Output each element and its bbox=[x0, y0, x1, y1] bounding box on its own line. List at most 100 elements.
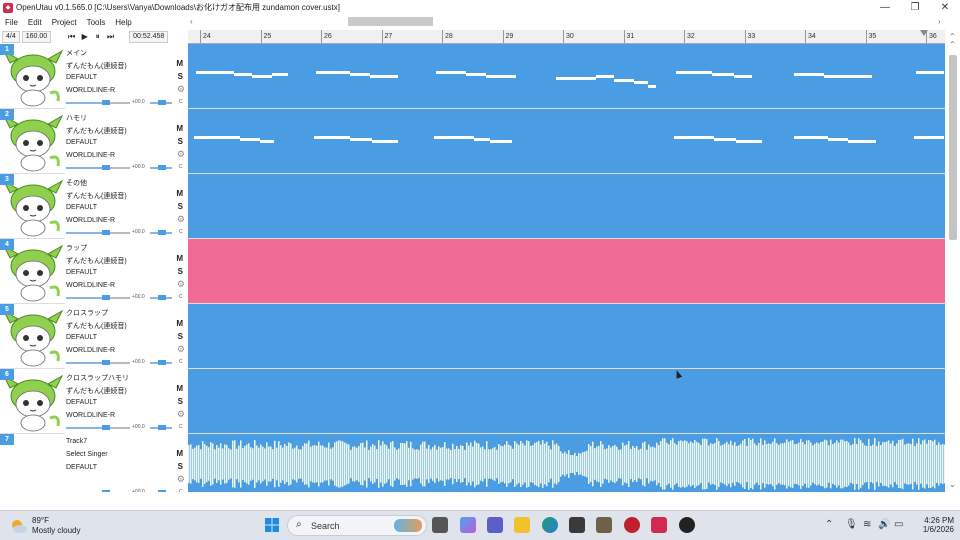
solo-button[interactable]: S bbox=[178, 462, 183, 471]
note[interactable] bbox=[314, 136, 350, 139]
track-name[interactable]: ラップ bbox=[66, 243, 87, 253]
singer-avatar[interactable] bbox=[2, 114, 64, 172]
note[interactable] bbox=[712, 73, 734, 76]
skip-to-start-icon[interactable]: ⏮ bbox=[65, 31, 78, 43]
note[interactable] bbox=[916, 71, 944, 74]
solo-button[interactable]: S bbox=[178, 397, 183, 406]
phonemizer-select[interactable]: DEFAULT bbox=[66, 139, 97, 146]
note[interactable] bbox=[674, 136, 714, 139]
note[interactable] bbox=[272, 73, 288, 76]
mute-button[interactable]: M bbox=[176, 384, 183, 393]
volume-slider-thumb[interactable] bbox=[102, 490, 110, 492]
note[interactable] bbox=[828, 138, 848, 141]
volume-slider-rest[interactable] bbox=[110, 167, 130, 169]
note[interactable] bbox=[466, 73, 486, 76]
track-name[interactable]: ハモリ bbox=[66, 113, 87, 123]
menu-tools[interactable]: Tools bbox=[82, 18, 111, 27]
note[interactable] bbox=[486, 75, 516, 78]
menu-file[interactable]: File bbox=[0, 18, 23, 27]
mute-button[interactable]: M bbox=[176, 189, 183, 198]
renderer-select[interactable]: WORLDLINE-R bbox=[66, 412, 115, 419]
openutau-taskbar-icon[interactable] bbox=[651, 517, 667, 533]
pan-slider-thumb[interactable] bbox=[158, 230, 166, 235]
gear-icon[interactable]: ⚙ bbox=[177, 214, 185, 225]
battery-icon[interactable]: ▭ bbox=[894, 519, 903, 530]
note[interactable] bbox=[240, 138, 260, 141]
renderer-select[interactable]: WORLDLINE-R bbox=[66, 282, 115, 289]
track-part[interactable] bbox=[188, 174, 945, 238]
vertical-scroll-thumb[interactable] bbox=[949, 55, 957, 240]
volume-slider-rest[interactable] bbox=[110, 232, 130, 234]
track-name[interactable]: Track7 bbox=[66, 438, 87, 445]
note[interactable] bbox=[794, 73, 824, 76]
scroll-down-icon[interactable]: ⌄ bbox=[949, 480, 956, 489]
running-app-icon[interactable] bbox=[679, 517, 695, 533]
solo-button[interactable]: S bbox=[178, 202, 183, 211]
singer-avatar[interactable] bbox=[2, 374, 64, 432]
task-view-icon[interactable] bbox=[432, 517, 448, 533]
singer-select[interactable]: ずんだもん(連続音) bbox=[66, 191, 127, 201]
track-name[interactable]: クロスラップハモリ bbox=[66, 373, 129, 383]
menu-project[interactable]: Project bbox=[47, 18, 82, 27]
track-part[interactable] bbox=[188, 239, 945, 303]
note[interactable] bbox=[848, 140, 876, 143]
note[interactable] bbox=[614, 79, 634, 82]
gear-icon[interactable]: ⚙ bbox=[177, 344, 185, 355]
note[interactable] bbox=[824, 75, 844, 78]
wifi-icon[interactable]: ≋ bbox=[863, 519, 871, 530]
microsoft-store-icon[interactable] bbox=[569, 517, 585, 533]
maximize-icon[interactable]: ❐ bbox=[900, 0, 930, 15]
chevron-up-icon[interactable]: ⌃ bbox=[825, 519, 833, 530]
pan-slider-thumb[interactable] bbox=[158, 490, 166, 492]
note[interactable] bbox=[234, 73, 252, 76]
menu-help[interactable]: Help bbox=[110, 18, 136, 27]
pause-icon[interactable]: ⏸ bbox=[91, 31, 104, 43]
note[interactable] bbox=[474, 138, 490, 141]
playback-position[interactable]: 00:52.458 bbox=[129, 30, 169, 43]
mute-button[interactable]: M bbox=[176, 124, 183, 133]
windows-start-icon[interactable] bbox=[264, 517, 280, 533]
scroll-up-icon[interactable]: ⌃ bbox=[949, 40, 956, 49]
menu-edit[interactable]: Edit bbox=[23, 18, 47, 27]
note[interactable] bbox=[676, 71, 712, 74]
scroll-right-icon[interactable]: › bbox=[938, 17, 941, 26]
solo-button[interactable]: S bbox=[178, 72, 183, 81]
phonemizer-select[interactable]: DEFAULT bbox=[66, 334, 97, 341]
note[interactable] bbox=[490, 140, 512, 143]
singer-select[interactable]: ずんだもん(連続音) bbox=[66, 321, 127, 331]
weather-widget[interactable]: 89°F Mostly cloudy bbox=[10, 515, 100, 537]
timeline-ruler[interactable]: 24 25 26 27 28 29 30 31 32 33 34 35 36 bbox=[188, 30, 945, 44]
system-clock[interactable]: 4:26 PM 1/6/2026 bbox=[914, 516, 954, 534]
track-part[interactable] bbox=[188, 369, 945, 433]
pan-slider-thumb[interactable] bbox=[158, 360, 166, 365]
phonemizer-select[interactable]: DEFAULT bbox=[66, 464, 97, 471]
solo-button[interactable]: S bbox=[178, 137, 183, 146]
renderer-select[interactable]: WORLDLINE-R bbox=[66, 217, 115, 224]
track-name[interactable]: その他 bbox=[66, 178, 87, 188]
app-icon[interactable] bbox=[596, 517, 612, 533]
renderer-select[interactable]: WORLDLINE-R bbox=[66, 152, 115, 159]
track-name[interactable]: クロスラップ bbox=[66, 308, 108, 318]
note[interactable] bbox=[648, 85, 656, 88]
volume-slider-thumb[interactable] bbox=[102, 165, 110, 170]
time-signature-field[interactable]: 4/4 bbox=[2, 30, 20, 43]
note[interactable] bbox=[634, 81, 648, 84]
note[interactable] bbox=[844, 75, 872, 78]
singer-avatar[interactable] bbox=[2, 309, 64, 367]
volume-icon[interactable]: 🔊 bbox=[878, 519, 890, 530]
horizontal-scroll-thumb[interactable] bbox=[348, 17, 433, 26]
copilot-icon[interactable] bbox=[460, 517, 476, 533]
pan-slider-thumb[interactable] bbox=[158, 295, 166, 300]
singer-select[interactable]: Select Singer bbox=[66, 451, 108, 458]
gear-icon[interactable]: ⚙ bbox=[177, 84, 185, 95]
playhead-marker[interactable] bbox=[920, 30, 928, 36]
note[interactable] bbox=[350, 73, 370, 76]
pan-slider-thumb[interactable] bbox=[158, 100, 166, 105]
taskbar-search-box[interactable]: ⌕ Search bbox=[287, 515, 427, 536]
singer-select[interactable]: ずんだもん(連続音) bbox=[66, 256, 127, 266]
volume-slider-thumb[interactable] bbox=[102, 425, 110, 430]
volume-slider-rest[interactable] bbox=[110, 362, 130, 364]
skip-to-end-icon[interactable]: ⏭ bbox=[104, 31, 117, 43]
bpm-field[interactable]: 160.00 bbox=[21, 30, 52, 43]
phonemizer-select[interactable]: DEFAULT bbox=[66, 74, 97, 81]
